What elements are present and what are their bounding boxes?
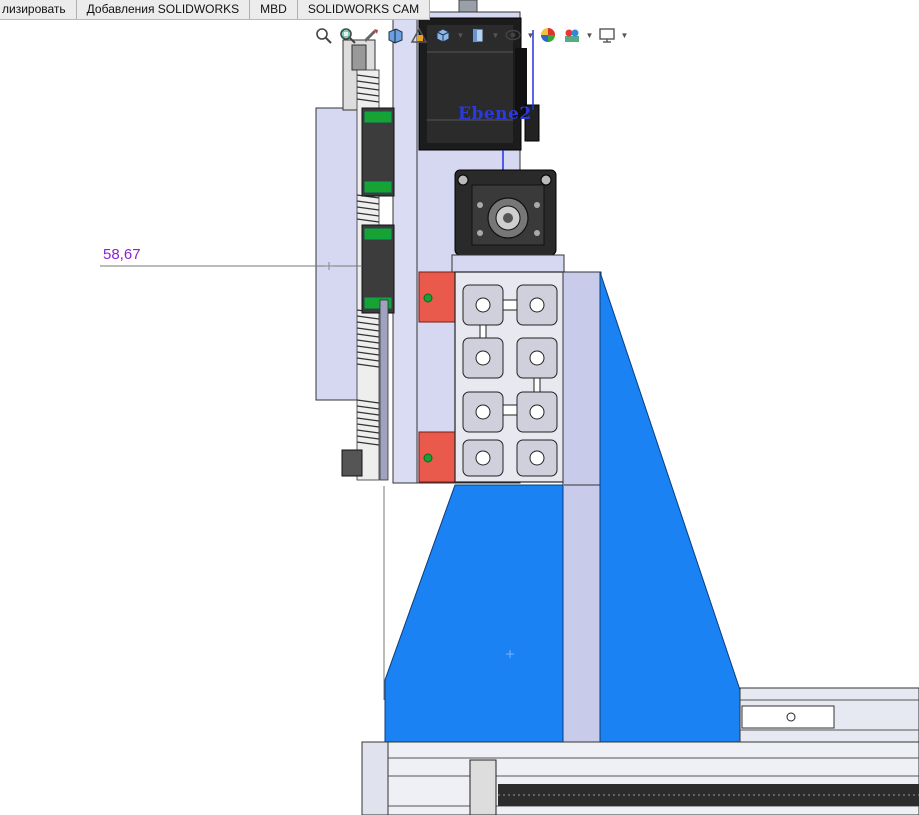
tab-mbd[interactable]: MBD	[250, 0, 298, 19]
gantry-blue-plate-left	[384, 484, 564, 743]
view-settings-caret-icon[interactable]: ▼	[620, 24, 629, 46]
nut-block	[451, 254, 565, 273]
edit-appearance-icon[interactable]	[537, 24, 559, 46]
hide-show-items-icon[interactable]	[502, 24, 524, 46]
tab-solidworks-cam[interactable]: SOLIDWORKS CAM	[297, 0, 431, 19]
view-orientation-caret-icon[interactable]: ▼	[456, 24, 465, 46]
aluminum-profile	[454, 271, 566, 483]
tab-solidworks-addins[interactable]: Добавления SOLIDWORKS	[76, 0, 251, 19]
display-style-icon[interactable]	[467, 24, 489, 46]
tab-analyze[interactable]: лизировать	[0, 0, 77, 19]
view-orientation-icon[interactable]	[432, 24, 454, 46]
section-view-icon[interactable]	[384, 24, 406, 46]
apply-scene-caret-icon[interactable]: ▼	[585, 24, 594, 46]
view-settings-icon[interactable]	[596, 24, 618, 46]
lower-bracket	[341, 449, 363, 477]
heads-up-view-toolbar: ▼ ▼ ▼ ▼ ▼	[312, 22, 629, 48]
plane-label[interactable]: Ebene2	[458, 104, 532, 124]
gantry-blue-plate-right	[599, 271, 741, 743]
gantry-side-plate	[562, 271, 602, 743]
dimension-value[interactable]: 58,67	[103, 246, 141, 263]
zoom-to-fit-icon[interactable]	[312, 24, 334, 46]
dynamic-annotation-icon[interactable]	[408, 24, 430, 46]
display-style-caret-icon[interactable]: ▼	[491, 24, 500, 46]
apply-scene-icon[interactable]	[561, 24, 583, 46]
z-axis-plate-edge	[392, 11, 418, 484]
previous-view-icon[interactable]	[360, 24, 382, 46]
zoom-to-area-icon[interactable]	[336, 24, 358, 46]
command-manager-tabs: лизировать Добавления SOLIDWORKS MBD SOL…	[0, 0, 431, 20]
hide-show-caret-icon[interactable]: ▼	[526, 24, 535, 46]
